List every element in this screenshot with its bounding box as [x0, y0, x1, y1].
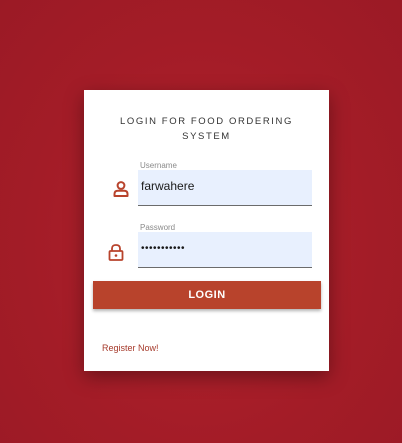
- login-card: LOGIN FOR FOOD ORDERING SYSTEM Username …: [84, 90, 329, 371]
- lock-icon: [108, 244, 124, 261]
- username-field[interactable]: farwahere: [138, 170, 312, 206]
- username-value: farwahere: [141, 179, 195, 193]
- password-value: •••••••••••: [141, 243, 186, 254]
- form-title: LOGIN FOR FOOD ORDERING SYSTEM: [120, 116, 293, 142]
- username-label: Username: [140, 161, 177, 170]
- register-link[interactable]: Register Now!: [102, 343, 159, 353]
- user-icon: [113, 181, 129, 197]
- password-label: Password: [140, 223, 176, 232]
- password-field[interactable]: •••••••••••: [138, 232, 312, 268]
- login-button[interactable]: LOGIN: [93, 281, 321, 309]
